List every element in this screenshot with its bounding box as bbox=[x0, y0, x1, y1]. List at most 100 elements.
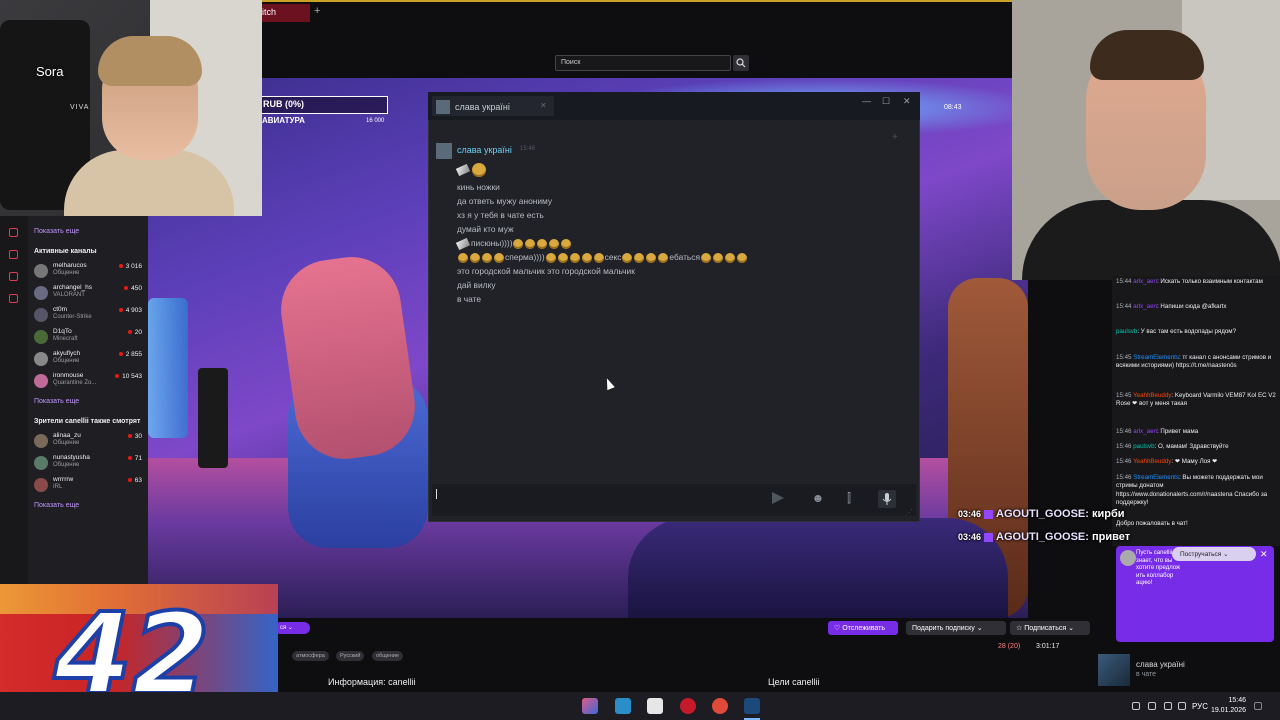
resize-handle[interactable]: ⋰ bbox=[905, 508, 913, 517]
avatar bbox=[436, 100, 450, 114]
steam-chat-window bbox=[428, 92, 920, 522]
live-dot bbox=[118, 352, 123, 357]
sidebar-channel[interactable]: ct0m Counter-Strike 4 903 bbox=[34, 306, 144, 328]
search-button[interactable] bbox=[733, 55, 749, 71]
subscribe-button[interactable]: ☆ Подписаться ⌄ bbox=[1010, 621, 1090, 635]
close-icon[interactable]: ✕ bbox=[1260, 549, 1268, 560]
message-list: кинь ножки да ответь мужу анониму хз я у… bbox=[455, 162, 897, 306]
clock-time[interactable]: 15:46 bbox=[1210, 697, 1246, 704]
channel-name: melharucos bbox=[53, 262, 87, 269]
tag[interactable]: общение bbox=[372, 651, 403, 661]
gift-sub-button[interactable]: Подарить подписку ⌄ bbox=[906, 621, 1006, 635]
chat-line: в чате bbox=[457, 294, 482, 304]
emoji-icon bbox=[482, 252, 492, 263]
steam-icon[interactable] bbox=[744, 698, 760, 714]
network-icon[interactable] bbox=[1148, 702, 1156, 710]
sidebar-channel[interactable]: archangel_hs VALORANT 450 bbox=[34, 284, 144, 306]
clock-date[interactable]: 19.01.2026 bbox=[1202, 707, 1246, 714]
emoji-icon bbox=[713, 252, 723, 263]
following-icon[interactable] bbox=[9, 228, 18, 237]
sidebar-channel[interactable]: akyuflych Общение 2 855 bbox=[34, 350, 144, 372]
chat-line: это городской мальчик это городской маль… bbox=[457, 266, 635, 276]
bottle bbox=[148, 298, 188, 438]
channel-name: wrrrrrw bbox=[53, 476, 74, 483]
pencil-emoji bbox=[455, 163, 471, 176]
browse-icon[interactable] bbox=[9, 250, 18, 259]
avatar[interactable] bbox=[1098, 654, 1130, 686]
category-pill[interactable]: ся ⌄ bbox=[278, 622, 310, 634]
sidebar-rail bbox=[0, 216, 28, 584]
follow-button[interactable]: ♡ Отслеживать bbox=[828, 621, 898, 635]
channel-game: Общение bbox=[53, 440, 80, 446]
telegram-icon[interactable] bbox=[615, 698, 631, 714]
aviator-label: АВИАТУРА bbox=[262, 116, 305, 125]
emoji-icon bbox=[557, 252, 568, 263]
emoticon-icon[interactable]: ☻ bbox=[810, 491, 826, 507]
chat-line: сперма)))) секс ебаться bbox=[457, 250, 897, 264]
notification-icon[interactable] bbox=[1254, 702, 1262, 710]
add-friend-icon[interactable]: + bbox=[892, 132, 898, 143]
sidebar-channel[interactable]: ironmouse Quarantine Zo... 10 543 bbox=[34, 372, 144, 394]
show-more-link[interactable]: Показать еще bbox=[34, 398, 79, 405]
message-sender[interactable]: слава україні bbox=[457, 145, 512, 155]
emoji-icon bbox=[593, 252, 604, 263]
chevron-up-icon[interactable] bbox=[1132, 702, 1140, 710]
capcut-icon[interactable] bbox=[647, 698, 663, 714]
chat-message: 15:45 StreamElements: тг канал с анонсам… bbox=[1116, 354, 1272, 370]
new-tab-button[interactable]: + bbox=[314, 5, 320, 17]
tag[interactable]: атмосфера bbox=[292, 651, 329, 661]
battery-icon[interactable] bbox=[1178, 702, 1186, 710]
window-border bbox=[262, 0, 1012, 2]
chat-line: писюны)))) bbox=[455, 236, 897, 250]
close-icon[interactable]: ✕ bbox=[903, 96, 911, 107]
show-more-link[interactable]: Показать еще bbox=[34, 228, 79, 235]
chat-message: 15:46 StreamElements: Вы можете поддержа… bbox=[1116, 474, 1268, 507]
tag[interactable]: Русский bbox=[336, 651, 365, 661]
channel-game: VALORANT bbox=[53, 292, 85, 298]
sidebar-channel[interactable]: wrrrrrw IRL 63 bbox=[34, 476, 144, 498]
chat-message: 15:46 arlx_aen: Привет мама bbox=[1116, 428, 1199, 435]
opera-icon[interactable] bbox=[680, 698, 696, 714]
aviator-value: 16 000 bbox=[366, 118, 385, 124]
sidebar-channel[interactable]: D1qTo Minecraft 20 bbox=[34, 328, 144, 350]
sidebar-channel[interactable]: alinaa_zu Общение 30 bbox=[34, 432, 144, 454]
chrome-icon[interactable] bbox=[712, 698, 728, 714]
attach-icon[interactable]: ⫿ bbox=[841, 491, 857, 507]
viewer-count: 63 bbox=[127, 477, 142, 484]
collab-button[interactable]: Постручаться ⌄ bbox=[1172, 547, 1256, 561]
search-input[interactable]: Поиск bbox=[555, 55, 731, 71]
person-bottom bbox=[628, 518, 1008, 618]
overlay-chat-message: 03:46 AGOUTI_GOOSE: привет bbox=[958, 531, 1131, 543]
esports-icon[interactable] bbox=[9, 272, 18, 281]
browser-tab[interactable]: itch bbox=[262, 4, 310, 22]
live-dot bbox=[127, 434, 132, 439]
message-time: 15:46 bbox=[520, 146, 536, 152]
channel-game: Общение bbox=[53, 358, 80, 364]
show-more-link[interactable]: Показать еще bbox=[34, 502, 79, 509]
send-icon[interactable] bbox=[772, 492, 784, 504]
also-watch-heading: Зрители canellii также смотрят bbox=[34, 418, 141, 425]
app-icon[interactable] bbox=[582, 698, 598, 714]
emoji-icon bbox=[458, 252, 468, 263]
pencil-emoji bbox=[455, 237, 471, 250]
avatar[interactable] bbox=[436, 143, 452, 159]
sidebar-channel[interactable]: nunastyusha Общение 71 bbox=[34, 454, 144, 476]
voice-chat-button[interactable] bbox=[878, 490, 896, 508]
channel-game: IRL bbox=[53, 484, 63, 490]
channel-game: Общение bbox=[53, 462, 80, 468]
viewer-count: 10 543 bbox=[115, 373, 142, 380]
minimize-icon[interactable]: — bbox=[862, 96, 871, 106]
emoji-icon bbox=[737, 252, 747, 263]
volume-icon[interactable] bbox=[1164, 702, 1172, 710]
twitch-sidebar: Показать еще Активные каналы melharucos … bbox=[0, 216, 148, 584]
sidebar-channel[interactable]: melharucos Общение 3 016 bbox=[34, 262, 144, 284]
close-icon[interactable]: ✕ bbox=[540, 101, 547, 110]
avatar bbox=[34, 374, 48, 388]
live-dot bbox=[127, 478, 132, 483]
friend-name[interactable]: слава україні bbox=[1136, 660, 1185, 669]
emoji-icon bbox=[634, 252, 645, 263]
settings-icon[interactable] bbox=[9, 294, 18, 303]
maximize-icon[interactable]: ☐ bbox=[882, 96, 890, 107]
live-dot bbox=[124, 286, 129, 291]
person-shirt bbox=[1022, 200, 1280, 280]
